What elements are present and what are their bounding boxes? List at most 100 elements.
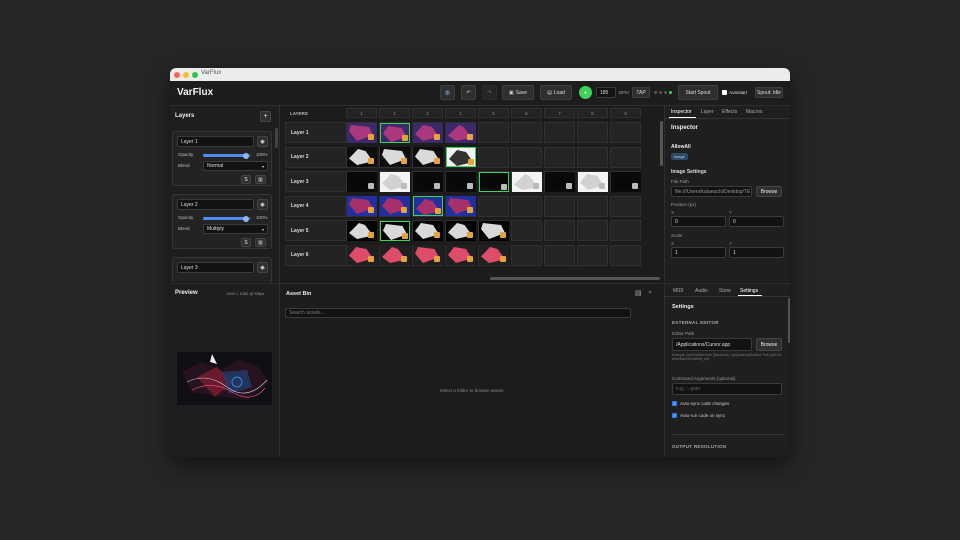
grid-row-label[interactable]: Layer 6 (285, 244, 347, 266)
clip-thumbnail[interactable] (445, 122, 476, 143)
layer-card-2[interactable]: Layer 2 ◉ Opacity 100% Blend Multiply ▾ S… (172, 194, 272, 249)
add-layer-button[interactable]: + (260, 111, 271, 122)
visibility-toggle[interactable]: ◉ (257, 199, 268, 210)
tap-button[interactable]: TAP (632, 87, 650, 98)
grid-vertical-scrollbar[interactable] (660, 121, 663, 166)
grid-cell[interactable] (577, 244, 608, 266)
grid-row-label[interactable]: Layer 4 (285, 195, 347, 217)
grid-row-label[interactable]: Layer 5 (285, 220, 347, 241)
delete-layer-button[interactable]: ▥ (255, 175, 266, 184)
stats-button[interactable]: ▥ (440, 85, 455, 100)
grid-cell[interactable] (610, 122, 641, 143)
clip-thumbnail[interactable] (478, 171, 509, 192)
grid-cell[interactable] (544, 244, 575, 266)
opacity-slider-knob[interactable] (243, 215, 250, 222)
position-y-input[interactable]: 0 (729, 216, 784, 227)
clip-thumbnail[interactable] (412, 147, 443, 167)
browse-editor-button[interactable]: Browse (756, 338, 782, 351)
clip-thumbnail[interactable] (445, 196, 476, 216)
grid-cell[interactable] (577, 220, 608, 241)
clip-thumbnail[interactable] (379, 122, 410, 143)
layers-scrollbar[interactable] (275, 128, 278, 148)
grid-cell[interactable] (511, 244, 542, 266)
file-path-input[interactable]: file:///Users/kataeuchi/Desktop/TE (671, 186, 752, 197)
grid-cell[interactable] (511, 122, 542, 143)
clip-thumbnail[interactable] (511, 171, 542, 192)
refresh-icon[interactable]: ● (648, 289, 652, 296)
autostart-checkbox[interactable] (722, 90, 727, 95)
grid-cell[interactable] (511, 146, 542, 168)
opacity-slider-knob[interactable] (243, 152, 250, 159)
editor-path-input[interactable]: /Applications/Cursor.app (672, 338, 752, 351)
clip-thumbnail[interactable] (478, 220, 509, 241)
clip-thumbnail[interactable] (346, 147, 377, 167)
grid-cell[interactable] (610, 220, 641, 241)
solo-button[interactable]: S (241, 175, 251, 184)
layer-card-1[interactable]: Layer 1 ◉ Opacity 100% Blend Normal ▾ S ▥ (172, 131, 272, 186)
command-args-input[interactable]: e.g.: --goto (672, 383, 782, 395)
grid-cell[interactable] (610, 244, 641, 266)
delete-layer-button[interactable]: ▥ (255, 238, 266, 247)
blend-select[interactable]: Normal ▾ (203, 161, 268, 171)
close-window-button[interactable] (174, 71, 180, 78)
load-button[interactable]: ▤ Load (540, 85, 572, 100)
clip-thumbnail[interactable] (379, 147, 410, 167)
play-button[interactable]: ● (579, 86, 592, 99)
save-button[interactable]: ▣ Save (502, 85, 534, 100)
grid-cell[interactable] (511, 195, 542, 217)
settings-scrollbar[interactable] (788, 298, 790, 343)
clip-thumbnail[interactable] (379, 196, 410, 216)
start-spout-button[interactable]: Start Spout (678, 85, 718, 100)
auto-run-checkbox[interactable]: ✓ (672, 413, 677, 418)
undo-button[interactable]: ↶ (461, 85, 476, 100)
opacity-slider[interactable] (203, 152, 251, 159)
zoom-window-button[interactable] (192, 71, 198, 78)
position-x-input[interactable]: 0 (671, 216, 726, 227)
scale-x-input[interactable]: 1 (671, 247, 726, 258)
clip-thumbnail[interactable] (412, 220, 443, 241)
grid-cell[interactable] (478, 195, 509, 217)
tab-macros[interactable]: Macros (746, 109, 762, 115)
grid-cell[interactable] (544, 195, 575, 217)
opacity-slider[interactable] (203, 215, 251, 222)
clip-thumbnail[interactable] (346, 122, 377, 143)
visibility-toggle[interactable]: ◉ (257, 262, 268, 273)
tab-effects[interactable]: Effects (722, 109, 737, 115)
clip-thumbnail[interactable] (445, 220, 476, 241)
minimize-window-button[interactable] (183, 71, 189, 78)
grid-cell[interactable] (577, 195, 608, 217)
clip-thumbnail[interactable] (412, 245, 443, 265)
clip-thumbnail[interactable] (379, 245, 410, 265)
grid-cell[interactable] (511, 220, 542, 241)
layer-name-input[interactable]: Layer 2 (177, 199, 254, 210)
solo-button[interactable]: S (241, 238, 251, 247)
grid-row-label[interactable]: Layer 1 (285, 122, 347, 143)
clip-thumbnail[interactable] (412, 122, 443, 143)
clip-thumbnail[interactable] (445, 147, 476, 167)
clip-thumbnail[interactable] (544, 171, 575, 192)
clip-thumbnail[interactable] (412, 196, 443, 216)
clip-thumbnail[interactable] (346, 196, 377, 216)
grid-cell[interactable] (478, 146, 509, 168)
blend-select[interactable]: Multiply ▾ (203, 224, 268, 234)
tab-store[interactable]: Store (719, 288, 731, 294)
grid-cell[interactable] (577, 122, 608, 143)
grid-cell[interactable] (610, 146, 641, 168)
auto-sync-checkbox[interactable]: ✓ (672, 401, 677, 406)
grid-cell[interactable] (610, 195, 641, 217)
tab-midi[interactable]: MIDI (673, 288, 684, 294)
clip-thumbnail[interactable] (445, 245, 476, 265)
layer-card-3[interactable]: Layer 3 ◉ (172, 257, 272, 282)
bpm-input[interactable]: 185 (596, 87, 616, 98)
tab-layer[interactable]: Layer (701, 109, 714, 115)
grid-cell[interactable] (544, 146, 575, 168)
grid-row-label[interactable]: Layer 2 (285, 146, 347, 168)
grid-cell[interactable] (478, 122, 509, 143)
tab-settings[interactable]: Settings (740, 288, 758, 294)
layer-name-input[interactable]: Layer 3 (177, 262, 254, 273)
grid-row-label[interactable]: Layer 3 (285, 171, 347, 192)
tab-inspector[interactable]: Inspector (671, 109, 692, 115)
grid-cell[interactable] (577, 146, 608, 168)
asset-search-input[interactable]: Search assets... (285, 308, 631, 318)
grid-cell[interactable] (544, 220, 575, 241)
